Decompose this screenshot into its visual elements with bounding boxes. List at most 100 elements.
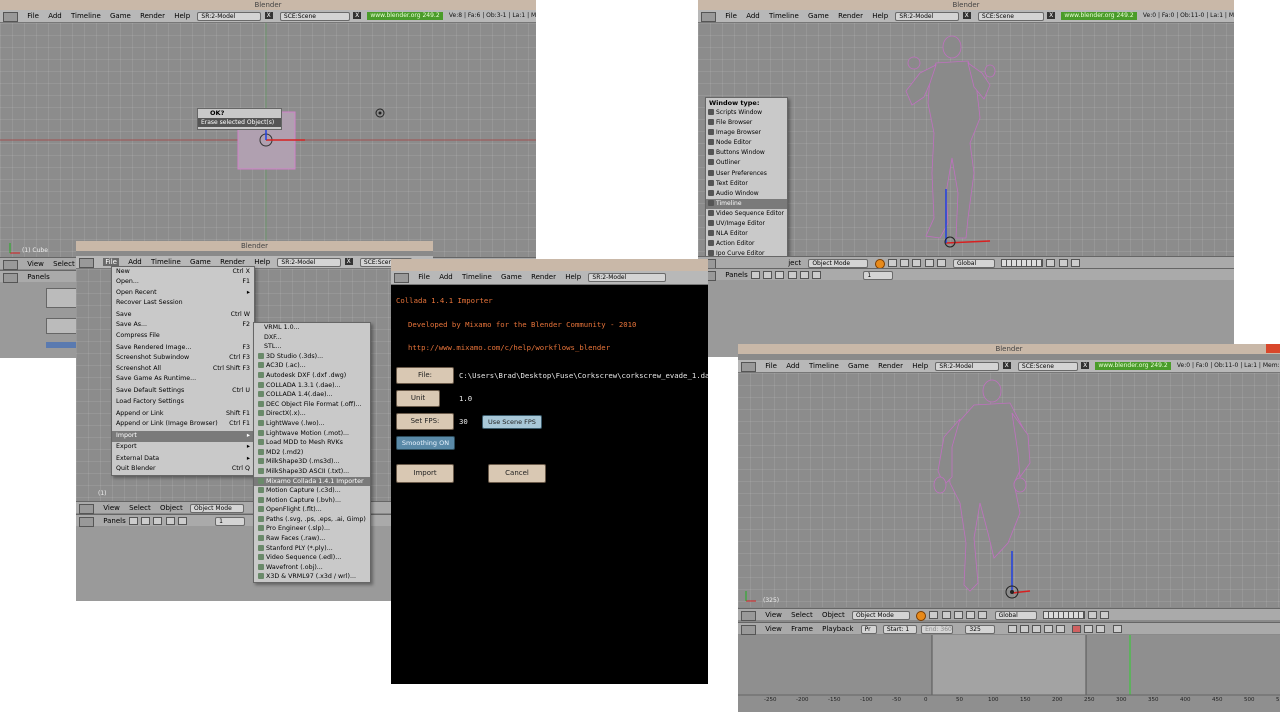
jump-end-icon[interactable] [1056,625,1066,633]
object-icon[interactable] [165,517,175,525]
manipulator-toggle[interactable] [900,259,910,267]
import-menu-item[interactable]: MilkShape3D ASCII (.txt)... [254,467,370,477]
lock-icon[interactable] [1046,259,1056,267]
object-icon[interactable] [787,271,797,279]
import-menu-item[interactable]: Raw Faces (.raw)... [254,534,370,544]
window-type-icon[interactable] [701,12,716,22]
panels-label[interactable]: Panels [27,273,50,281]
menu-help[interactable]: Help [254,258,270,266]
file-menu-item[interactable]: Save As... F2 [112,320,254,330]
window-type-icon[interactable] [3,12,18,22]
menu-add[interactable]: Add [439,273,453,281]
script-icon[interactable] [763,271,773,279]
key-icon[interactable] [1096,625,1106,633]
delete-scene-button[interactable]: X [1047,12,1056,19]
logic-icon[interactable] [129,517,138,525]
menu-select[interactable]: Select [791,611,813,619]
import-menu-item[interactable]: Load MDD to Mesh RVKs [254,438,370,448]
smoothing-toggle[interactable]: Smoothing ON [396,436,455,450]
import-menu-item[interactable]: STL... [254,342,370,352]
end-frame-field[interactable]: End: 360 [921,625,954,634]
delete-screen-button[interactable]: X [1002,362,1011,369]
file-menu-item[interactable]: Save Default Settings Ctrl U [112,386,254,396]
view-type-icon[interactable] [741,611,756,621]
delete-screen-button[interactable]: X [962,12,971,19]
mode-selector[interactable]: Object Mode [808,259,869,268]
delete-scene-button[interactable]: X [1081,362,1090,369]
window-type-item[interactable]: Text Editor [706,179,787,189]
file-button[interactable]: File: [396,367,454,384]
draw-type-icon[interactable] [916,611,927,621]
menu-select[interactable]: Select [129,504,151,512]
import-menu-item[interactable]: VRML 1.0... [254,323,370,333]
menu-file[interactable]: File [27,12,39,20]
menu-render[interactable]: Render [531,273,556,281]
window-type-item[interactable]: Node Editor [706,138,787,148]
window-type-item[interactable]: Buttons Window [706,148,787,158]
import-menu-item[interactable]: Motion Capture (.c3d)... [254,486,370,496]
buttons-type-icon[interactable] [79,517,94,527]
menu-render[interactable]: Render [838,12,863,20]
file-menu-item[interactable]: New Ctrl X [112,267,254,277]
menu-timeline[interactable]: Timeline [809,362,839,370]
camera-icon[interactable] [1070,259,1080,267]
import-menu-item[interactable]: OpenFlight (.flt)... [254,505,370,515]
timeline-area[interactable]: -250 -200 -150 -100 -50 0 50 100 150 200 250 300 350… [738,635,1280,712]
close-window-button[interactable] [1266,344,1280,353]
menu-render[interactable]: Render [220,258,245,266]
menu-game[interactable]: Game [808,12,829,20]
import-menu-item[interactable]: DXF... [254,333,370,343]
window-type-item[interactable]: Image Browser [706,128,787,138]
manipulator-toggle[interactable] [941,611,951,619]
cancel-button[interactable]: Cancel [488,464,546,483]
menu-object[interactable]: Object [822,611,845,619]
sync-icon[interactable] [1113,625,1123,633]
import-menu-item[interactable]: Paths (.svg, .ps, .eps, .ai, Gimp) [254,515,370,525]
import-menu-item[interactable]: X3D & VRML97 (.x3d / wrl)... [254,572,370,582]
shading-icon[interactable] [775,271,785,279]
window-type-item[interactable]: Video Sequence Editor [706,209,787,219]
file-menu-item[interactable]: Append or Link Shift F1 [112,409,254,419]
buttons-type-icon[interactable] [3,273,18,283]
keying-set-icon[interactable] [1083,625,1093,633]
menu-timeline[interactable]: Timeline [151,258,181,266]
shading-icon[interactable] [153,517,163,525]
menu-add[interactable]: Add [48,12,62,20]
file-menu-item[interactable]: Compress File [112,331,254,341]
window-type-icon[interactable] [394,273,409,283]
3d-viewport[interactable]: OK? Erase selected Object(s) (1) Cube [0,23,536,257]
import-menu-item[interactable]: LightWave (.lwo)... [254,419,370,429]
menu-help[interactable]: Help [174,12,190,20]
translate-icon[interactable] [953,611,963,619]
window-type-item[interactable]: Action Editor [706,239,787,249]
timeline-type-icon[interactable] [741,625,756,635]
file-menu-item[interactable]: Append or Link (Image Browser) Ctrl F1 [112,419,254,429]
3d-viewport[interactable]: (325) [738,373,1280,607]
window-type-item[interactable]: File Browser [706,118,787,128]
window-type-item[interactable]: NLA Editor [706,229,787,239]
file-menu-item[interactable]: Save Rendered Image... F3 [112,343,254,353]
screen-selector[interactable]: SR:2-Model [895,12,960,21]
menu-file[interactable]: File [725,12,737,20]
layer-buttons[interactable] [1042,611,1085,619]
3d-viewport[interactable]: Window type: Scripts Window File Browser I… [698,23,1234,275]
blender-version-link[interactable]: www.blender.org 249.2 [367,12,443,20]
menu-render[interactable]: Render [878,362,903,370]
blender-version-link[interactable]: www.blender.org 249.2 [1095,362,1171,370]
prev-key-icon[interactable] [1019,625,1029,633]
menu-game[interactable]: Game [110,12,131,20]
menu-timeline[interactable]: Timeline [769,12,799,20]
start-frame-field[interactable]: Start: 1 [882,625,917,634]
jump-start-icon[interactable] [1007,625,1017,633]
file-menu-item[interactable]: Save Game As Runtime... [112,374,254,384]
menu-select[interactable]: Select [53,260,75,268]
menu-add[interactable]: Add [128,258,142,266]
file-menu-item[interactable]: Screenshot All Ctrl Shift F3 [112,364,254,374]
import-menu-item[interactable]: Autodesk DXF (.dxf .dwg) [254,371,370,381]
window-type-item[interactable]: User Preferences [706,169,787,179]
import-menu-item[interactable]: Motion Capture (.bvh)... [254,496,370,506]
menu-view[interactable]: View [27,260,44,268]
scale-icon[interactable] [978,611,988,619]
menu-help[interactable]: Help [565,273,581,281]
next-key-icon[interactable] [1044,625,1054,633]
